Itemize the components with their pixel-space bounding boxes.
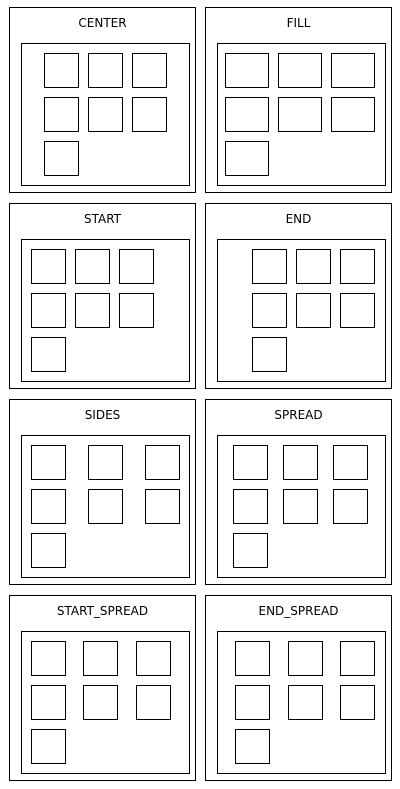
item-box xyxy=(44,97,79,132)
item-box xyxy=(83,641,118,676)
item-box xyxy=(288,685,323,720)
item-box xyxy=(331,53,375,88)
layout-area xyxy=(217,435,386,578)
panel-title: FILL xyxy=(286,16,311,30)
item-box xyxy=(31,685,66,720)
item-box xyxy=(296,249,331,284)
item-box xyxy=(132,97,167,132)
item-box xyxy=(333,445,368,480)
item-box xyxy=(75,249,110,284)
item-box xyxy=(31,337,66,372)
item-box xyxy=(31,445,66,480)
item-box xyxy=(119,249,154,284)
panel-title: START_SPREAD xyxy=(56,604,149,618)
panel-start-spread: START_SPREAD xyxy=(9,595,196,781)
item-box xyxy=(233,489,268,524)
panel-end: END xyxy=(205,203,392,389)
item-box xyxy=(278,97,322,132)
item-box xyxy=(340,685,375,720)
panel-end-spread: END_SPREAD xyxy=(205,595,392,781)
item-box xyxy=(235,641,270,676)
item-box xyxy=(31,533,66,568)
item-box xyxy=(252,249,287,284)
item-box xyxy=(83,685,118,720)
item-box xyxy=(75,293,110,328)
panel-start: START xyxy=(9,203,196,389)
item-box xyxy=(296,293,331,328)
item-box xyxy=(136,641,171,676)
panel-title: END xyxy=(285,212,312,226)
layout-area xyxy=(217,239,386,382)
item-box xyxy=(225,141,269,176)
item-box xyxy=(340,249,375,284)
item-box xyxy=(340,293,375,328)
item-box xyxy=(145,445,180,480)
item-box xyxy=(252,293,287,328)
item-box xyxy=(88,97,123,132)
item-box xyxy=(132,53,167,88)
panel-sides: SIDES xyxy=(9,399,196,585)
panel-center: CENTER xyxy=(9,7,196,193)
panel-title: START xyxy=(83,212,122,226)
layout-area xyxy=(217,43,386,186)
item-box xyxy=(252,337,287,372)
item-box xyxy=(145,489,180,524)
panel-title: END_SPREAD xyxy=(258,604,339,618)
item-box xyxy=(44,141,79,176)
item-box xyxy=(31,293,66,328)
item-box xyxy=(119,293,154,328)
item-box xyxy=(283,489,318,524)
item-box xyxy=(31,249,66,284)
item-box xyxy=(283,445,318,480)
item-box xyxy=(233,445,268,480)
panel-title: SPREAD xyxy=(274,408,323,422)
item-box xyxy=(340,641,375,676)
item-box xyxy=(88,445,123,480)
item-box xyxy=(235,729,270,764)
item-box xyxy=(31,729,66,764)
layout-area xyxy=(21,239,190,382)
item-box xyxy=(88,53,123,88)
layout-area xyxy=(21,43,190,186)
item-box xyxy=(225,97,269,132)
item-box xyxy=(333,489,368,524)
panel-title: SIDES xyxy=(84,408,121,422)
item-box xyxy=(288,641,323,676)
item-box xyxy=(31,489,66,524)
item-box xyxy=(331,97,375,132)
item-box xyxy=(278,53,322,88)
panel-spread: SPREAD xyxy=(205,399,392,585)
item-box xyxy=(235,685,270,720)
item-box xyxy=(233,533,268,568)
item-box xyxy=(31,641,66,676)
panel-title: CENTER xyxy=(78,16,127,30)
item-box xyxy=(225,53,269,88)
layout-area xyxy=(21,435,190,578)
item-box xyxy=(88,489,123,524)
layout-area xyxy=(21,631,190,774)
item-box xyxy=(136,685,171,720)
layout-area xyxy=(217,631,386,774)
item-box xyxy=(44,53,79,88)
panel-fill: FILL xyxy=(205,7,392,193)
